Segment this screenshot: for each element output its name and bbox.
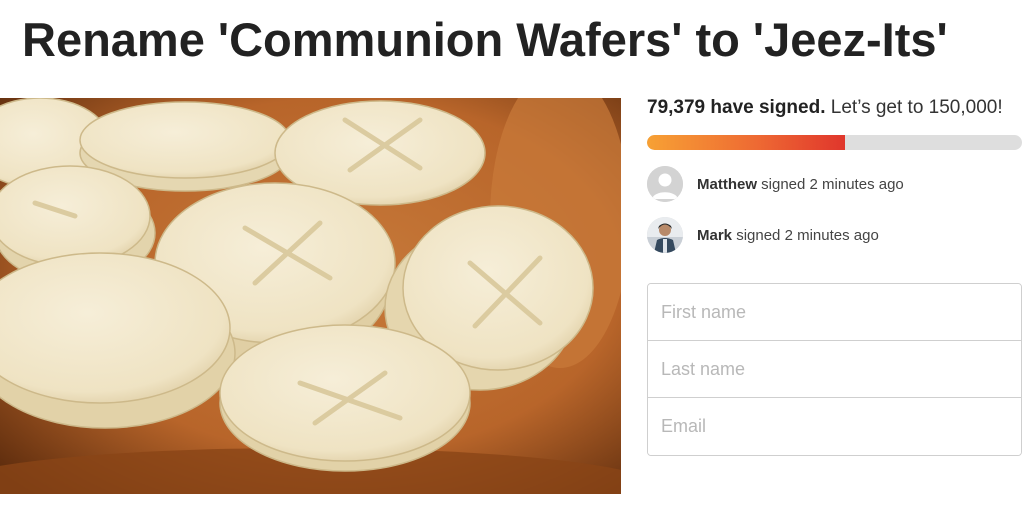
first-name-input[interactable]	[648, 284, 1021, 341]
signer-name: Mark	[697, 226, 733, 244]
default-avatar-icon	[647, 166, 683, 202]
signature-form	[647, 283, 1022, 456]
last-name-input[interactable]	[648, 341, 1021, 398]
signed-count-text: 79,379 have signed.	[647, 97, 826, 118]
wafer-bowl-illustration	[0, 98, 621, 494]
progress-fill	[647, 135, 846, 150]
hero-image	[0, 98, 621, 494]
page-title: Rename 'Communion Wafers' to 'Jeez-Its'	[22, 13, 948, 66]
signer-text: Matthew signed 2 minutes ago	[697, 176, 904, 193]
signer-action: signed 2 minutes ago	[732, 226, 879, 244]
signer-action: signed 2 minutes ago	[757, 175, 904, 193]
recent-signer: Matthew signed 2 minutes ago	[647, 166, 1022, 202]
email-input[interactable]	[648, 398, 1021, 455]
signature-count: 79,379 have signed. Let’s get to 150,000…	[647, 97, 1022, 119]
signature-panel: 79,379 have signed. Let’s get to 150,000…	[647, 95, 1022, 253]
recent-signer: Mark signed 2 minutes ago	[647, 217, 1022, 253]
progress-bar	[647, 135, 1022, 150]
signer-name: Matthew	[697, 175, 757, 193]
signer-text: Mark signed 2 minutes ago	[697, 227, 879, 244]
goal-text: Let’s get to 150,000!	[825, 97, 1003, 118]
user-avatar-photo	[647, 217, 683, 253]
